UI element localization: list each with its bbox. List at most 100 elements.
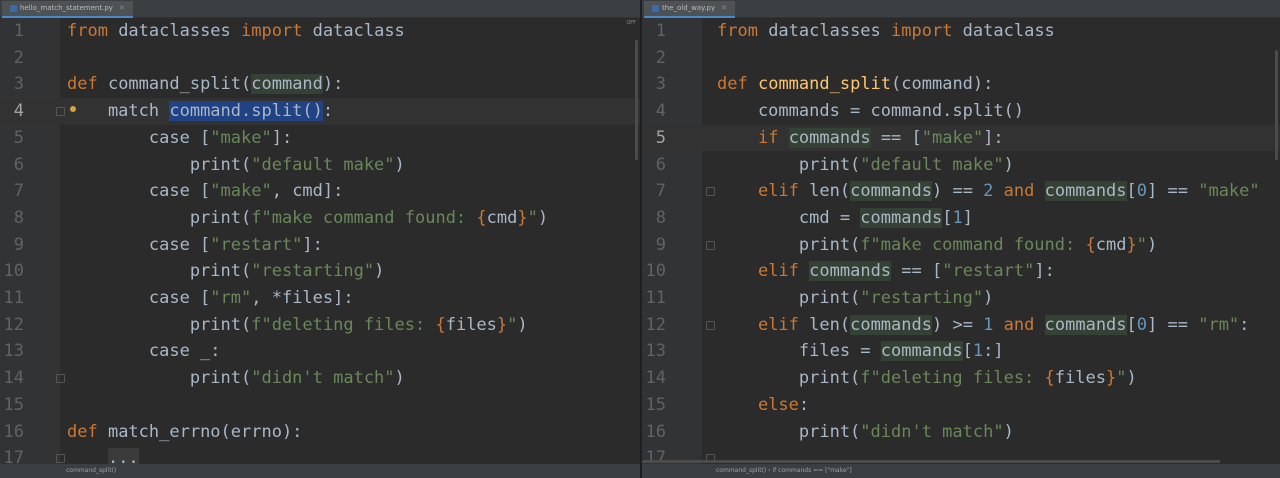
- code-line[interactable]: 16 print("didn't match"): [642, 419, 1280, 446]
- right-editor-pane[interactable]: the_old_way.py ✕ 1 from dataclasses import…: [642, 0, 1280, 478]
- code-line[interactable]: 8 print(f"make command found: {cmd}"): [0, 205, 640, 232]
- line-number: 6: [655, 154, 666, 175]
- left-code-area[interactable]: 1 from dataclasses import dataclass 2 3 def …: [0, 18, 640, 469]
- code-line[interactable]: 9 case ["restart"]:: [0, 232, 640, 259]
- code-line[interactable]: 3 def command_split(command):: [0, 71, 640, 98]
- right-code-area[interactable]: 1 from dataclasses import dataclass 2 3 def …: [642, 18, 1280, 468]
- code-line[interactable]: 14 print(f"deleting files: {files}"): [642, 365, 1280, 392]
- code-line[interactable]: 13 files = commands[1:]: [642, 338, 1280, 365]
- line-number: 9: [655, 234, 666, 255]
- code-line[interactable]: 6 print("default make"): [0, 152, 640, 179]
- code-line[interactable]: 12 print(f"deleting files: {files}"): [0, 312, 640, 339]
- code-text[interactable]: case ["make", cmd]:: [67, 178, 344, 205]
- code-text[interactable]: print(f"deleting files: {files}"): [67, 312, 528, 339]
- code-text[interactable]: case ["restart"]:: [67, 232, 323, 259]
- tab-hello-match-statement[interactable]: hello_match_statement.py ✕: [2, 1, 133, 18]
- fold-marker-icon[interactable]: [56, 374, 65, 384]
- left-vertical-scrollbar[interactable]: [635, 40, 638, 160]
- line-number: 14: [645, 368, 666, 389]
- code-text[interactable]: else:: [717, 392, 809, 419]
- code-line[interactable]: 15 else:: [642, 392, 1280, 419]
- close-icon[interactable]: ✕: [721, 4, 727, 12]
- code-line[interactable]: 16 def match_errno(errno):: [0, 419, 640, 446]
- code-text[interactable]: files = commands[1:]: [717, 338, 1004, 365]
- code-line[interactable]: 5 case ["make"]:: [0, 125, 640, 152]
- code-text[interactable]: print("restarting"): [67, 258, 385, 285]
- line-number: 4: [13, 101, 24, 122]
- code-text[interactable]: elif commands == ["restart"]:: [717, 258, 1055, 285]
- code-text[interactable]: print("default make"): [67, 152, 405, 179]
- code-line[interactable]: 13 case _:: [0, 338, 640, 365]
- left-breadcrumb-bar: command_split(): [0, 464, 640, 478]
- line-number: 6: [13, 154, 24, 175]
- line-number: 16: [645, 421, 666, 442]
- code-line[interactable]: 15: [0, 392, 640, 419]
- code-line[interactable]: 11 print("restarting"): [642, 285, 1280, 312]
- fold-marker-icon[interactable]: [56, 454, 65, 464]
- code-text[interactable]: def command_split(command):: [717, 71, 993, 98]
- code-text[interactable]: elif len(commands) == 2 and commands[0] …: [717, 178, 1260, 205]
- fold-marker-icon[interactable]: [706, 320, 715, 330]
- code-line[interactable]: 14 print("didn't match"): [0, 365, 640, 392]
- code-line[interactable]: 1 from dataclasses import dataclass: [642, 18, 1280, 45]
- line-number: 1: [655, 21, 666, 41]
- code-text[interactable]: case _:: [67, 338, 221, 365]
- code-text[interactable]: if commands == ["make"]:: [717, 125, 1004, 152]
- lightbulb-icon[interactable]: [70, 106, 76, 112]
- code-text[interactable]: def match_errno(errno):: [67, 419, 302, 446]
- code-text[interactable]: print(f"make command found: {cmd}"): [67, 205, 548, 232]
- line-number: 7: [13, 181, 24, 202]
- code-text[interactable]: from dataclasses import dataclass: [717, 18, 1055, 45]
- code-line[interactable]: 2: [642, 45, 1280, 72]
- tab-the-old-way[interactable]: the_old_way.py ✕: [644, 1, 736, 18]
- fold-marker-icon[interactable]: [706, 240, 715, 250]
- code-line[interactable]: 10 print("restarting"): [0, 258, 640, 285]
- code-text[interactable]: cmd = commands[1]: [717, 205, 973, 232]
- line-number: 2: [13, 47, 24, 68]
- code-line[interactable]: 1 from dataclasses import dataclass: [0, 18, 640, 45]
- code-line[interactable]: 7 case ["make", cmd]:: [0, 178, 640, 205]
- code-line[interactable]: 5 if commands == ["make"]:: [642, 124, 1280, 152]
- code-line[interactable]: 6 print("default make"): [642, 152, 1280, 179]
- code-line[interactable]: 3 def command_split(command):: [642, 71, 1280, 98]
- code-text[interactable]: print(f"deleting files: {files}"): [717, 365, 1137, 392]
- code-line[interactable]: 4 commands = command.split(): [642, 98, 1280, 125]
- line-number: 5: [655, 127, 666, 148]
- code-line[interactable]: 8 cmd = commands[1]: [642, 205, 1280, 232]
- code-text[interactable]: case ["rm", *files]:: [67, 285, 354, 312]
- fold-marker-icon[interactable]: [56, 107, 65, 117]
- fold-marker-icon[interactable]: [706, 187, 715, 197]
- right-horizontal-scrollbar[interactable]: [642, 460, 1220, 463]
- left-editor-pane[interactable]: hello_match_statement.py ✕ OFF 1 from data…: [0, 0, 640, 478]
- code-line[interactable]: 9 print(f"make command found: {cmd}"): [642, 232, 1280, 259]
- python-file-icon: [652, 4, 659, 12]
- right-vertical-scrollbar[interactable]: [1275, 50, 1278, 160]
- code-line[interactable]: 10 elif commands == ["restart"]:: [642, 258, 1280, 285]
- line-number: 3: [655, 74, 666, 95]
- code-text[interactable]: print(f"make command found: {cmd}"): [717, 232, 1157, 259]
- right-tab-bar: the_old_way.py ✕: [642, 0, 1280, 18]
- code-text[interactable]: from dataclasses import dataclass: [67, 18, 405, 45]
- left-tab-bar: hello_match_statement.py ✕: [0, 0, 640, 18]
- code-text[interactable]: def command_split(command):: [67, 71, 343, 98]
- code-line[interactable]: 7 elif len(commands) == 2 and commands[0…: [642, 178, 1280, 205]
- line-number: 10: [3, 261, 24, 282]
- line-number: 9: [13, 234, 24, 255]
- code-text[interactable]: match command.split():: [67, 98, 333, 125]
- code-text[interactable]: case ["make"]:: [67, 125, 292, 152]
- line-number: 3: [13, 74, 24, 95]
- code-text[interactable]: print("restarting"): [717, 285, 994, 312]
- code-text[interactable]: print("didn't match"): [717, 419, 1014, 446]
- breadcrumb[interactable]: command_split() › if commands == ["make"…: [716, 467, 852, 474]
- code-line[interactable]: 2: [0, 45, 640, 72]
- code-text[interactable]: print("default make"): [717, 152, 1014, 179]
- tab-label: the_old_way.py: [662, 4, 716, 12]
- close-icon[interactable]: ✕: [119, 4, 125, 12]
- code-line[interactable]: 11 case ["rm", *files]:: [0, 285, 640, 312]
- code-text[interactable]: print("didn't match"): [67, 365, 405, 392]
- code-text[interactable]: commands = command.split(): [717, 98, 1024, 125]
- code-line[interactable]: 4 match command.split():: [0, 98, 640, 125]
- code-line[interactable]: 12 elif len(commands) >= 1 and commands[…: [642, 312, 1280, 339]
- code-text[interactable]: elif len(commands) >= 1 and commands[0] …: [717, 312, 1249, 339]
- breadcrumb[interactable]: command_split(): [66, 467, 116, 474]
